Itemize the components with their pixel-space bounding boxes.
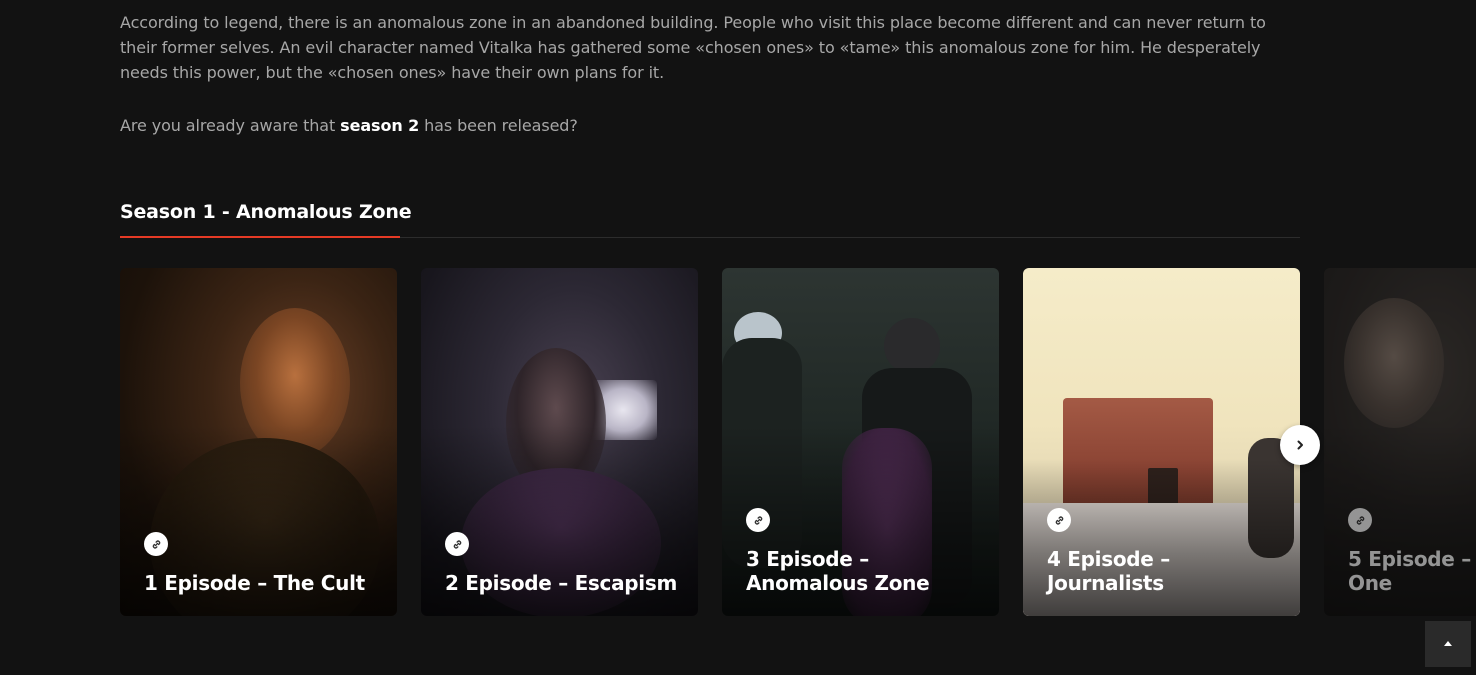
- link-icon[interactable]: [445, 532, 469, 556]
- link-icon[interactable]: [1348, 508, 1372, 532]
- back-to-top-button[interactable]: [1425, 621, 1471, 667]
- episode-title[interactable]: 1 Episode – The Cult: [144, 571, 379, 595]
- episode-title[interactable]: 5 Episode – The Gifted One: [1348, 547, 1476, 595]
- description-paragraph: According to legend, there is an anomalo…: [120, 13, 1266, 82]
- episode-card[interactable]: 5 Episode – The Gifted One: [1324, 268, 1476, 616]
- episode-title[interactable]: 3 Episode – Anomalous Zone: [746, 547, 981, 595]
- episode-card[interactable]: 1 Episode – The Cult: [120, 268, 397, 616]
- page: According to legend, there is an anomalo…: [0, 0, 1476, 675]
- link-icon[interactable]: [144, 532, 168, 556]
- notice-text-after: has been released?: [419, 116, 578, 135]
- section-title-underline: [120, 236, 400, 238]
- link-icon[interactable]: [746, 508, 770, 532]
- season-2-notice: Are you already aware that season 2 has …: [120, 113, 1300, 138]
- episode-card[interactable]: 4 Episode – Journalists: [1023, 268, 1300, 616]
- season-2-highlight: season 2: [340, 116, 420, 135]
- notice-text-before: Are you already aware that: [120, 116, 341, 135]
- carousel-next-button[interactable]: [1280, 425, 1320, 465]
- link-icon[interactable]: [1047, 508, 1071, 532]
- chevron-right-icon: [1297, 440, 1303, 450]
- episode-title[interactable]: 2 Episode – Escapism: [445, 571, 680, 595]
- episode-thumbnail-figure-head: [884, 318, 940, 374]
- episode-thumbnail: [1344, 298, 1444, 428]
- episode-card[interactable]: 3 Episode – Anomalous Zone: [722, 268, 999, 616]
- episode-card[interactable]: 2 Episode – Escapism: [421, 268, 698, 616]
- series-description: According to legend, there is an anomalo…: [120, 10, 1300, 138]
- section-title: Season 1 - Anomalous Zone: [120, 201, 412, 223]
- episode-title[interactable]: 4 Episode – Journalists: [1047, 547, 1282, 595]
- chevron-up-icon: [1444, 641, 1452, 646]
